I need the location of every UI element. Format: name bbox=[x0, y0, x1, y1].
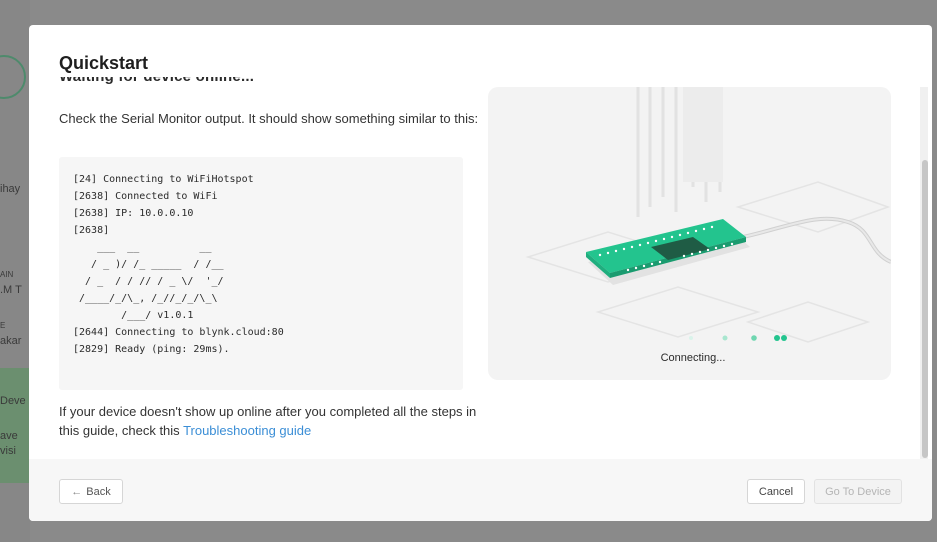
arrow-left-icon: ← bbox=[71, 485, 83, 498]
serial-line: ___ __ __ bbox=[73, 242, 212, 253]
loading-dot bbox=[751, 335, 757, 341]
device-illustration: Connecting... bbox=[488, 87, 891, 380]
serial-line: /____/_/\_, /_//_/_/\_\ bbox=[73, 293, 218, 304]
background-text: ihay bbox=[0, 183, 21, 195]
background-text: akar bbox=[0, 335, 22, 347]
modal-title: Quickstart bbox=[59, 53, 149, 73]
serial-line: /___/ v1.0.1 bbox=[73, 310, 194, 321]
instruction-text: Check the Serial Monitor output. It shou… bbox=[59, 111, 479, 126]
section-heading: Waiting for device online... bbox=[59, 77, 479, 91]
back-button-label: Back bbox=[86, 485, 111, 498]
connecting-status: Connecting... bbox=[660, 352, 726, 364]
troubleshooting-note: If your device doesn't show up online af… bbox=[59, 402, 479, 440]
background-text: .M T bbox=[0, 284, 22, 296]
serial-output-lines: [24] Connecting to WiFiHotspot [2638] Co… bbox=[73, 171, 449, 358]
cancel-button[interactable]: Cancel bbox=[747, 479, 805, 504]
device-board-illustration bbox=[525, 87, 891, 343]
back-button[interactable]: ← Back bbox=[59, 479, 123, 504]
serial-line: [2829] Ready (ping: 29ms). bbox=[73, 344, 230, 355]
troubleshooting-link[interactable]: Troubleshooting guide bbox=[183, 423, 311, 438]
serial-line: [24] Connecting to WiFiHotspot bbox=[73, 174, 254, 185]
loading-dot bbox=[781, 335, 787, 341]
quickstart-modal: Quickstart Waiting for device online... … bbox=[29, 25, 932, 521]
serial-monitor-output: [24] Connecting to WiFiHotspot [2638] Co… bbox=[59, 157, 463, 390]
loading-dot bbox=[774, 335, 780, 341]
background-text: visi bbox=[0, 445, 16, 457]
background-text: AIN bbox=[0, 270, 14, 279]
background-text: Deve bbox=[0, 395, 26, 407]
serial-line: [2638] bbox=[73, 225, 110, 236]
serial-line: / _ )/ /_ _____ / /__ bbox=[73, 259, 224, 270]
background-text: E bbox=[0, 321, 6, 330]
serial-line: [2644] Connecting to blynk.cloud:80 bbox=[73, 327, 284, 338]
serial-line: [2638] IP: 10.0.0.10 bbox=[73, 208, 194, 219]
serial-line: / _ / / // / _ \/ '_/ bbox=[73, 276, 224, 287]
scrollbar-thumb[interactable] bbox=[922, 160, 928, 458]
loading-dot bbox=[722, 335, 728, 341]
background-text: ave bbox=[0, 430, 18, 442]
serial-line: [2638] Connected to WiFi bbox=[73, 191, 218, 202]
loading-dots bbox=[689, 335, 787, 341]
background-card: Deve ave visi bbox=[0, 368, 30, 483]
modal-footer: ← Back Cancel Go To Device bbox=[29, 459, 932, 521]
loading-dot bbox=[689, 336, 693, 340]
go-to-device-button[interactable]: Go To Device bbox=[814, 479, 902, 504]
